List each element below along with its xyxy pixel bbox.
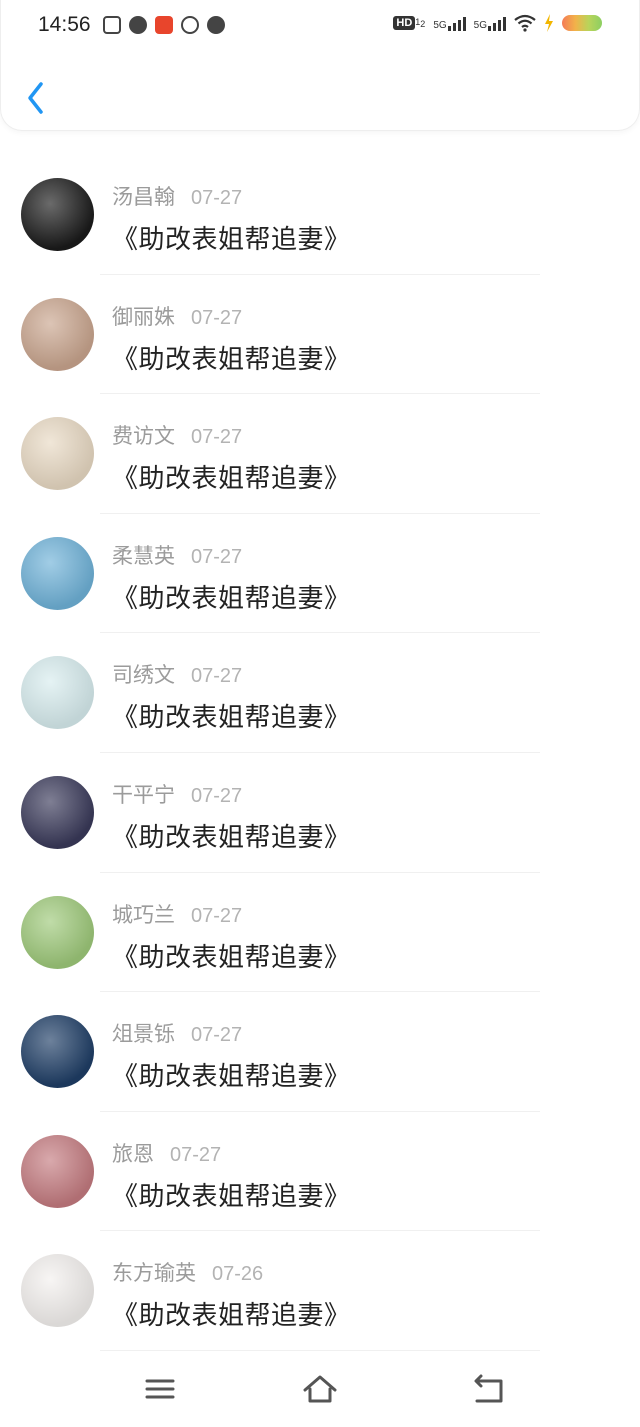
message-text: 《助改表姐帮追妻》 bbox=[112, 942, 351, 973]
message-row[interactable]: 汤昌翰 07-27 《助改表姐帮追妻》 bbox=[0, 155, 640, 275]
message-date: 07-27 bbox=[191, 1024, 243, 1047]
message-text: 《助改表姐帮追妻》 bbox=[112, 1181, 351, 1212]
system-nav-bar bbox=[0, 1355, 640, 1427]
avatar[interactable] bbox=[21, 1134, 94, 1208]
sender-line: 俎景铄 07-27 bbox=[112, 1018, 242, 1048]
sender-name: 御丽姝 bbox=[112, 304, 175, 329]
message-row[interactable]: 城巧兰 07-27 《助改表姐帮追妻》 bbox=[0, 873, 640, 993]
back-button[interactable] bbox=[23, 78, 53, 118]
sender-name: 柔慧英 bbox=[112, 543, 175, 568]
header-bar bbox=[0, 0, 640, 131]
message-text: 《助改表姐帮追妻》 bbox=[112, 225, 351, 255]
message-date: 07-27 bbox=[170, 1143, 222, 1166]
sender-name: 司绣文 bbox=[112, 663, 175, 688]
sender-name: 干平宁 bbox=[112, 782, 175, 807]
message-row[interactable]: 东方瑜英 07-26 《助改表姐帮追妻》 bbox=[0, 1231, 640, 1351]
message-row[interactable]: 干平宁 07-27 《助改表姐帮追妻》 bbox=[0, 753, 640, 873]
message-row[interactable]: 柔慧英 07-27 《助改表姐帮追妻》 bbox=[0, 514, 640, 634]
message-date: 07-27 bbox=[191, 187, 243, 209]
avatar[interactable] bbox=[21, 178, 94, 251]
back-nav-button[interactable] bbox=[468, 1373, 508, 1407]
message-date: 07-27 bbox=[191, 784, 243, 807]
sender-name: 俎景铄 bbox=[112, 1022, 175, 1047]
avatar[interactable] bbox=[21, 417, 94, 491]
message-list: 汤昌翰 07-27 《助改表姐帮追妻》 御丽姝 07-27 《助改表姐帮追妻》 费访文 07-… bbox=[0, 155, 640, 1351]
message-row[interactable]: 司绣文 07-27 《助改表姐帮追妻》 bbox=[0, 633, 640, 753]
avatar[interactable] bbox=[21, 775, 94, 849]
sender-line: 费访文 07-27 bbox=[112, 420, 242, 450]
avatar[interactable] bbox=[21, 536, 94, 610]
sender-line: 汤昌翰 07-27 bbox=[112, 181, 242, 211]
sender-line: 东方瑜英 07-26 bbox=[112, 1257, 263, 1287]
sender-line: 柔慧英 07-27 bbox=[112, 540, 242, 570]
avatar[interactable] bbox=[21, 297, 94, 371]
message-date: 07-27 bbox=[191, 545, 243, 568]
back-icon bbox=[474, 1374, 503, 1403]
chevron-left-icon bbox=[28, 82, 43, 114]
home-button[interactable] bbox=[300, 1373, 340, 1407]
sender-line: 干平宁 07-27 bbox=[112, 779, 242, 809]
message-row[interactable]: 费访文 07-27 《助改表姐帮追妻》 bbox=[0, 394, 640, 514]
message-date: 07-27 bbox=[191, 426, 243, 449]
sender-line: 司绣文 07-27 bbox=[112, 659, 242, 689]
message-text: 《助改表姐帮追妻》 bbox=[112, 583, 351, 614]
message-text: 《助改表姐帮追妻》 bbox=[112, 1301, 351, 1332]
message-date: 07-27 bbox=[191, 904, 243, 927]
sender-name: 汤昌翰 bbox=[112, 185, 175, 209]
avatar[interactable] bbox=[21, 895, 94, 969]
avatar[interactable] bbox=[21, 656, 94, 730]
message-text: 《助改表姐帮追妻》 bbox=[112, 464, 351, 495]
menu-icon bbox=[145, 1379, 175, 1399]
message-row[interactable]: 旅恩 07-27 《助改表姐帮追妻》 bbox=[0, 1112, 640, 1232]
message-text: 《助改表姐帮追妻》 bbox=[112, 703, 351, 734]
message-text: 《助改表姐帮追妻》 bbox=[112, 1062, 351, 1093]
sender-name: 旅恩 bbox=[112, 1141, 154, 1166]
avatar[interactable] bbox=[21, 1254, 94, 1328]
message-date: 07-27 bbox=[191, 306, 243, 329]
sender-line: 旅恩 07-27 bbox=[112, 1138, 221, 1168]
message-row[interactable]: 御丽姝 07-27 《助改表姐帮追妻》 bbox=[0, 275, 640, 395]
message-date: 07-27 bbox=[191, 665, 243, 688]
sender-name: 东方瑜英 bbox=[112, 1261, 196, 1286]
message-text: 《助改表姐帮追妻》 bbox=[112, 822, 351, 853]
home-icon bbox=[303, 1375, 337, 1403]
message-text: 《助改表姐帮追妻》 bbox=[112, 344, 351, 375]
sender-line: 城巧兰 07-27 bbox=[112, 899, 242, 929]
avatar[interactable] bbox=[21, 1015, 94, 1089]
sender-name: 费访文 bbox=[112, 424, 175, 449]
sender-name: 城巧兰 bbox=[112, 902, 175, 927]
menu-button[interactable] bbox=[140, 1373, 180, 1407]
sender-line: 御丽姝 07-27 bbox=[112, 301, 242, 331]
message-row[interactable]: 俎景铄 07-27 《助改表姐帮追妻》 bbox=[0, 992, 640, 1112]
message-date: 07-26 bbox=[212, 1263, 264, 1286]
